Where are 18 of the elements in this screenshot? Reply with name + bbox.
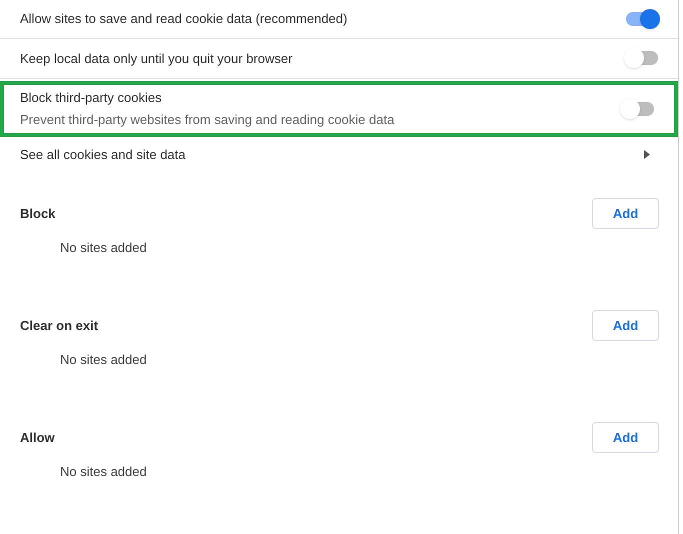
- setting-label: Keep local data only until you quit your browser: [20, 50, 292, 68]
- empty-message: No sites added: [60, 350, 147, 369]
- setting-label: Allow sites to save and read cookie data (recommended): [20, 10, 348, 28]
- section-title: Clear on exit: [20, 317, 98, 336]
- cookies-link-row[interactable]: See all cookies and site data: [0, 136, 678, 172]
- toggle-switch[interactable]: [626, 12, 658, 26]
- add-button[interactable]: Add: [592, 422, 659, 454]
- add-button[interactable]: Add: [592, 310, 659, 342]
- toggle-switch[interactable]: [622, 102, 654, 116]
- empty-message: No sites added: [60, 238, 147, 257]
- empty-message: No sites added: [60, 462, 147, 481]
- setting-description: Prevent third-party websites from saving and reading cookie data: [20, 110, 394, 129]
- add-button[interactable]: Add: [592, 198, 659, 230]
- section-title: Block: [20, 205, 56, 224]
- toggle-switch[interactable]: [626, 51, 658, 66]
- setting-label: Block third-party cookies: [20, 89, 163, 108]
- chevron-right-icon: [644, 150, 650, 159]
- section-title: Allow: [20, 429, 55, 448]
